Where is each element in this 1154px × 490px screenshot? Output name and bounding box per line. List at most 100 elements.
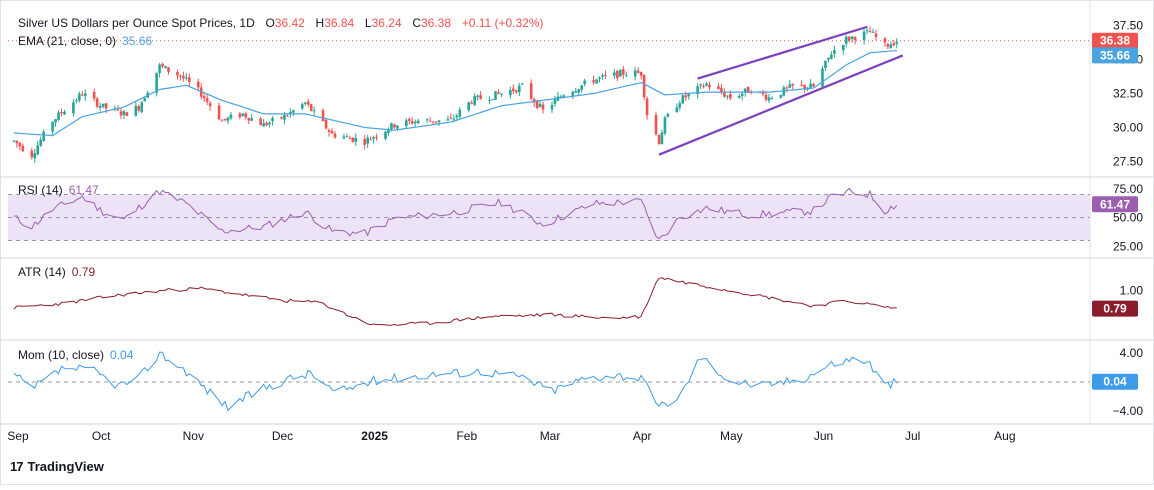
x-tick-label: Mar	[540, 429, 561, 443]
candle-body	[116, 109, 120, 111]
candle-body	[217, 105, 221, 120]
candle-body	[220, 120, 224, 122]
candle-body	[470, 102, 474, 104]
candle-body	[491, 99, 494, 101]
chart-canvas[interactable]: Sep Oct Nov Dec 2025 Feb Mar Apr May Jun Jul Aug 27.…	[0, 0, 1154, 485]
candle-body	[366, 137, 369, 144]
candle-body	[604, 74, 607, 76]
chart-title: Silver US Dollars per Ounce Spot Prices,…	[18, 16, 255, 30]
candle-body	[158, 64, 161, 73]
x-tick-label: Apr	[633, 429, 652, 443]
candle-body	[613, 72, 616, 76]
chart-frame[interactable]: Sep Oct Nov Dec 2025 Feb Mar Apr May Jun Jul Aug 27.…	[0, 0, 1154, 485]
candle-body	[660, 132, 664, 145]
candle-body	[788, 84, 792, 88]
candle-body	[624, 75, 628, 77]
candle-body	[140, 102, 144, 112]
candle-body	[497, 92, 500, 94]
candle-body	[410, 121, 414, 124]
candle-body	[892, 43, 896, 46]
candle-body	[476, 95, 479, 97]
candle-body	[384, 131, 387, 139]
candle-body	[666, 113, 670, 117]
atr-legend-value: 0.79	[71, 265, 96, 279]
candle-body	[321, 110, 325, 122]
candle-body	[372, 137, 375, 139]
candle-body	[517, 85, 521, 93]
candle-body	[393, 124, 396, 128]
candle-body	[18, 143, 22, 147]
price-axis-tick: 32.50	[1113, 87, 1143, 101]
candle-body	[280, 116, 283, 119]
candle-body	[342, 136, 346, 139]
candle-body	[675, 107, 679, 113]
candle-body	[369, 139, 372, 141]
candle-body	[601, 75, 604, 77]
candle-body	[512, 88, 515, 92]
atr-legend: ATR (14) 0.79	[18, 265, 95, 279]
candle-body	[36, 145, 40, 155]
candle-body	[841, 45, 845, 51]
tradingview-brand[interactable]: 17 TradingView	[10, 459, 104, 474]
candle-body	[800, 84, 803, 86]
candle-body	[467, 102, 471, 111]
candle-body	[283, 114, 286, 120]
candle-body	[78, 93, 81, 101]
candle-body	[72, 102, 75, 114]
change-value: +0.11 (+0.32%)	[461, 16, 544, 30]
candle-body	[473, 96, 476, 106]
candle-body	[15, 140, 19, 144]
candle-body	[405, 120, 408, 127]
candle-body	[705, 83, 708, 86]
candle-body	[176, 72, 179, 76]
candle-body	[125, 112, 129, 116]
price-axis-tick: 30.00	[1113, 120, 1143, 134]
candle-body	[452, 118, 456, 120]
candle-body	[764, 94, 768, 100]
candle-body	[208, 103, 212, 107]
open-value: 36.42	[274, 16, 305, 30]
candle-body	[303, 102, 307, 104]
candle-body	[684, 95, 688, 98]
candle-body	[853, 37, 857, 41]
candle-body	[21, 145, 25, 152]
candle-body	[57, 112, 60, 120]
candle-body	[449, 117, 453, 119]
candle-body	[702, 86, 705, 88]
candle-body	[729, 94, 732, 99]
tradingview-brand-text: TradingView	[27, 459, 104, 474]
candle-body	[226, 117, 230, 121]
candle-body	[740, 93, 744, 96]
candle-body	[488, 99, 491, 101]
rsi-legend-value: 61.47	[68, 183, 99, 197]
candle-body	[830, 54, 833, 59]
ema-legend: EMA (21, close, 0) 35.66	[18, 34, 152, 48]
candle-body	[895, 41, 899, 44]
x-tick-label: May	[720, 429, 743, 443]
candle-body	[654, 115, 658, 135]
candle-body	[92, 91, 96, 99]
candle-body	[598, 77, 601, 79]
candle-body	[375, 136, 378, 138]
x-tick-label: Sep	[7, 429, 29, 443]
candle-body	[39, 139, 42, 146]
candle-body	[327, 130, 331, 132]
candle-body	[330, 130, 334, 134]
candle-body	[390, 123, 393, 130]
ema-legend-value: 35.66	[122, 34, 153, 48]
candle-body	[577, 89, 581, 93]
candle-body	[779, 94, 783, 98]
candle-body	[833, 50, 836, 54]
candle-body	[809, 83, 812, 88]
candle-body	[205, 98, 209, 102]
candle-body	[351, 137, 355, 142]
candle-body	[363, 139, 367, 145]
candle-body	[54, 119, 57, 123]
candle-body	[850, 36, 854, 39]
candle-body	[137, 106, 141, 111]
candle-body	[312, 110, 316, 112]
candle-body	[60, 112, 63, 114]
candle-body	[431, 121, 435, 123]
candle-body	[681, 95, 685, 104]
candle-body	[265, 122, 268, 126]
